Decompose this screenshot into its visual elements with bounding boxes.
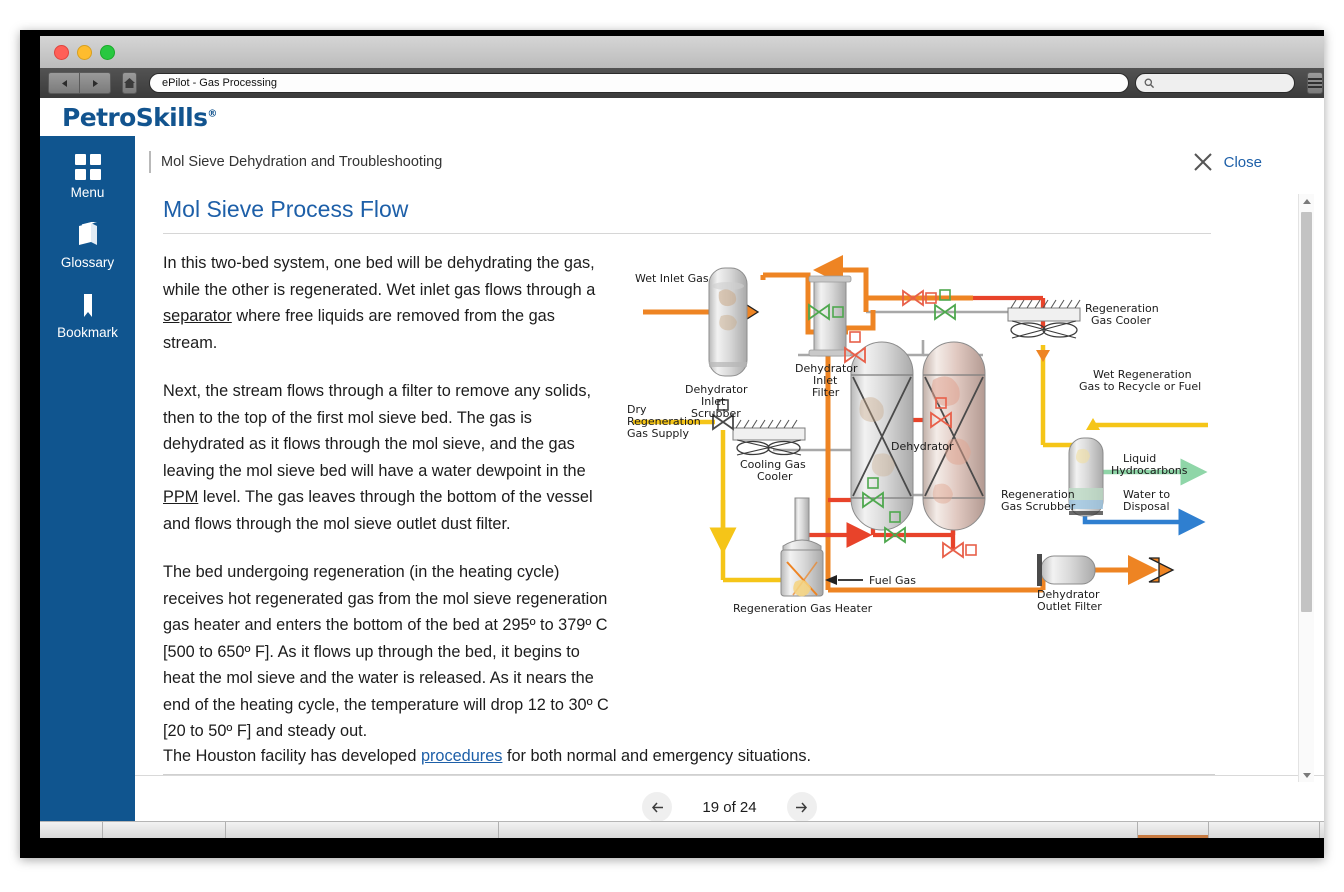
forward-button[interactable]: [80, 72, 111, 94]
paragraph-1: In this two-bed system, one bed will be …: [163, 250, 613, 356]
breadcrumb-divider: [149, 151, 151, 173]
forward-arrow-icon: [92, 79, 98, 87]
svg-text:Disposal: Disposal: [1123, 500, 1170, 513]
close-window-button[interactable]: [54, 45, 69, 60]
scroll-region: Mol Sieve Process Flow In this two-bed s…: [135, 188, 1324, 782]
right-arrow-icon: [796, 802, 808, 812]
desktop: ePilot - Gas Processing PetroSkills® Men…: [0, 0, 1344, 892]
svg-text:Gas Cooler: Gas Cooler: [1091, 314, 1151, 327]
closing-line-after: for both normal and emergency situations…: [502, 747, 812, 765]
window-controls: [54, 45, 115, 60]
paragraph-2-part-1: Next, the stream flows through a filter …: [163, 382, 592, 480]
regeneration-gas-cooler: [1007, 299, 1081, 339]
procedures-link[interactable]: procedures: [421, 747, 502, 765]
content-column: Mol Sieve Dehydration and Troubleshootin…: [135, 136, 1324, 838]
search-icon: [1144, 78, 1155, 88]
window-titlebar: [40, 36, 1324, 69]
article: Mol Sieve Process Flow In this two-bed s…: [135, 188, 1324, 775]
address-bar[interactable]: ePilot - Gas Processing: [149, 73, 1129, 93]
brand-name: PetroSkills: [62, 102, 208, 132]
browser-menu-button[interactable]: [1307, 72, 1323, 94]
svg-text:Gas Supply: Gas Supply: [627, 427, 689, 440]
text-column: In this two-bed system, one bed will be …: [163, 250, 613, 767]
paragraph-2-part-3: level. The gas leaves through the bottom…: [163, 488, 593, 533]
scrollbar-thumb[interactable]: [1301, 212, 1312, 612]
vertical-scrollbar[interactable]: [1298, 194, 1314, 782]
regen-down-arrow-icon: [1036, 350, 1050, 362]
brand-bar: PetroSkills®: [40, 98, 1324, 136]
browser-window: ePilot - Gas Processing PetroSkills® Men…: [20, 30, 1324, 858]
book-icon: [78, 222, 97, 245]
sidebar-item-bookmark[interactable]: Bookmark: [40, 292, 135, 340]
sidebar-item-glossary-label: Glossary: [60, 255, 115, 270]
label-fuel-gas: Fuel Gas: [869, 574, 916, 587]
content-topbar: Mol Sieve Dehydration and Troubleshootin…: [135, 136, 1324, 188]
os-taskbar: [40, 821, 1324, 838]
svg-text:Outlet Filter: Outlet Filter: [1037, 600, 1102, 613]
valve-open-2: [934, 289, 956, 321]
label-regeneration-gas-heater: Regeneration Gas Heater: [733, 602, 873, 615]
sidebar-item-menu-label: Menu: [70, 185, 105, 200]
close-x-icon: [1191, 150, 1215, 174]
sidebar: Menu Glossary Bookmark: [40, 136, 135, 838]
bookmark-icon: [83, 294, 92, 317]
paragraph-2: Next, the stream flows through a filter …: [163, 378, 613, 537]
page-indicator: 19 of 24: [702, 798, 757, 816]
label-wet-inlet-gas: Wet Inlet Gas: [635, 272, 709, 285]
separator-link[interactable]: separator: [163, 307, 232, 325]
process-flow-diagram: Wet Inlet Gas Dehydrator Inlet Scrubber …: [627, 255, 1208, 615]
next-page-button[interactable]: [786, 792, 817, 822]
ppm-link[interactable]: PPM: [163, 488, 198, 506]
sidebar-item-glossary[interactable]: Glossary: [40, 222, 135, 270]
hamburger-menu-icon: [1308, 78, 1322, 80]
maximize-window-button[interactable]: [100, 45, 115, 60]
minimize-window-button[interactable]: [77, 45, 92, 60]
paragraph-1-part-1: In this two-bed system, one bed will be …: [163, 254, 596, 299]
dehydrator-vessel-2: [922, 341, 986, 531]
previous-page-button[interactable]: [642, 792, 673, 822]
closing-line: The Houston facility has developed proce…: [163, 747, 1215, 775]
page-title: Mol Sieve Process Flow: [163, 196, 1211, 234]
nav-button-group: [48, 72, 111, 94]
svg-text:Gas Scrubber: Gas Scrubber: [1001, 500, 1076, 513]
paragraph-3: The bed undergoing regeneration (in the …: [163, 563, 609, 740]
valve-closed-4: [942, 541, 977, 559]
svg-text:Cooler: Cooler: [757, 470, 793, 483]
back-button[interactable]: [48, 72, 80, 94]
dehydrator-vessel-1: [850, 341, 914, 531]
home-icon: [124, 78, 135, 88]
close-button-label: Close: [1223, 153, 1262, 171]
dehydrator-inlet-scrubber: [708, 267, 748, 377]
search-input[interactable]: [1135, 73, 1295, 93]
grid-menu-icon: [74, 154, 101, 180]
scroll-down-button[interactable]: [1299, 768, 1314, 782]
figure-column: Wet Inlet Gas Dehydrator Inlet Scrubber …: [613, 250, 1324, 767]
home-button[interactable]: [122, 72, 137, 94]
breadcrumb: Mol Sieve Dehydration and Troubleshootin…: [161, 154, 443, 170]
browser-toolbar: ePilot - Gas Processing: [40, 68, 1324, 98]
back-arrow-icon: [61, 79, 67, 87]
dehydrator-outlet-filter: [1037, 554, 1096, 586]
scroll-up-button[interactable]: [1299, 194, 1314, 208]
svg-text:Hydrocarbons: Hydrocarbons: [1111, 464, 1188, 477]
left-arrow-icon: [651, 802, 663, 812]
svg-text:Filter: Filter: [812, 386, 840, 399]
petroskills-logo: PetroSkills®: [62, 103, 217, 132]
svg-text:Gas to Recycle or Fuel: Gas to Recycle or Fuel: [1079, 380, 1201, 393]
body-area: Menu Glossary Bookmark Mol Sieve Dehydra…: [40, 136, 1324, 838]
brand-trademark: ®: [207, 108, 217, 120]
page-content: PetroSkills® Menu Glossary Bookmark Mol …: [40, 98, 1324, 838]
regeneration-gas-heater: [780, 497, 824, 597]
label-dehydrator: Dehydrator: [891, 440, 954, 453]
closing-line-before: The Houston facility has developed: [163, 747, 421, 765]
article-split: In this two-bed system, one bed will be …: [163, 250, 1324, 767]
sidebar-item-bookmark-label: Bookmark: [57, 325, 118, 340]
address-bar-text: ePilot - Gas Processing: [162, 77, 277, 89]
close-button[interactable]: Close: [1191, 150, 1262, 174]
dehydrator-inlet-filter: [808, 275, 852, 357]
sidebar-item-menu[interactable]: Menu: [40, 154, 135, 200]
